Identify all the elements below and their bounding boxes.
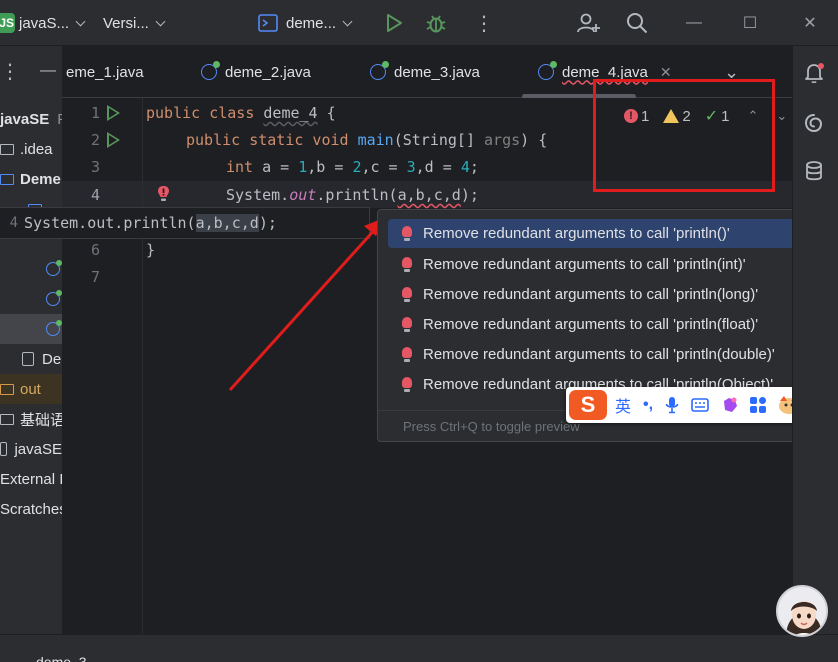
toolbox-grid-icon[interactable]: [749, 396, 767, 414]
intention-item[interactable]: Remove redundant arguments to call 'prin…: [388, 280, 826, 309]
intention-item[interactable]: Remove redundant arguments to call 'prin…: [388, 340, 826, 369]
assistant-avatar[interactable]: [776, 585, 828, 637]
intention-label: Remove redundant arguments to call 'prin…: [423, 286, 759, 303]
intention-label: Remove redundant arguments to call 'prin…: [423, 256, 746, 273]
error-bulb-icon: [402, 256, 412, 273]
keyboard-icon[interactable]: [691, 398, 709, 412]
error-bulb-icon: [402, 225, 412, 242]
intention-label: Remove redundant arguments to call 'prin…: [423, 346, 775, 363]
database-icon[interactable]: [803, 160, 825, 182]
error-bulb-icon: [402, 376, 412, 393]
ai-assistant-spiral-icon[interactable]: [803, 112, 825, 134]
notifications-bell-icon[interactable]: [803, 62, 825, 84]
right-tool-strip: [792, 46, 838, 634]
error-bulb-icon: [402, 286, 412, 303]
intention-item[interactable]: Remove redundant arguments to call 'prin…: [388, 219, 826, 248]
bottom-panel-strip: deme_3: [0, 634, 838, 662]
intention-label: Remove redundant arguments to call 'prin…: [423, 316, 759, 333]
error-bulb-icon: [402, 346, 412, 363]
ime-punctuation-toggle[interactable]: •,: [643, 396, 653, 414]
skin-icon[interactable]: [721, 396, 739, 414]
bottom-tab-label[interactable]: deme_3: [36, 654, 87, 662]
ime-language-toggle[interactable]: 英: [615, 393, 631, 417]
intention-item[interactable]: Remove redundant arguments to call 'prin…: [388, 250, 826, 279]
error-bulb-icon: [402, 316, 412, 333]
intention-item[interactable]: Remove redundant arguments to call 'prin…: [388, 310, 826, 339]
microphone-icon[interactable]: [665, 396, 679, 414]
ime-logo[interactable]: S: [569, 390, 607, 420]
intention-label: Remove redundant arguments to call 'prin…: [423, 225, 730, 242]
ime-toolbar: S 英 •,: [566, 387, 818, 423]
